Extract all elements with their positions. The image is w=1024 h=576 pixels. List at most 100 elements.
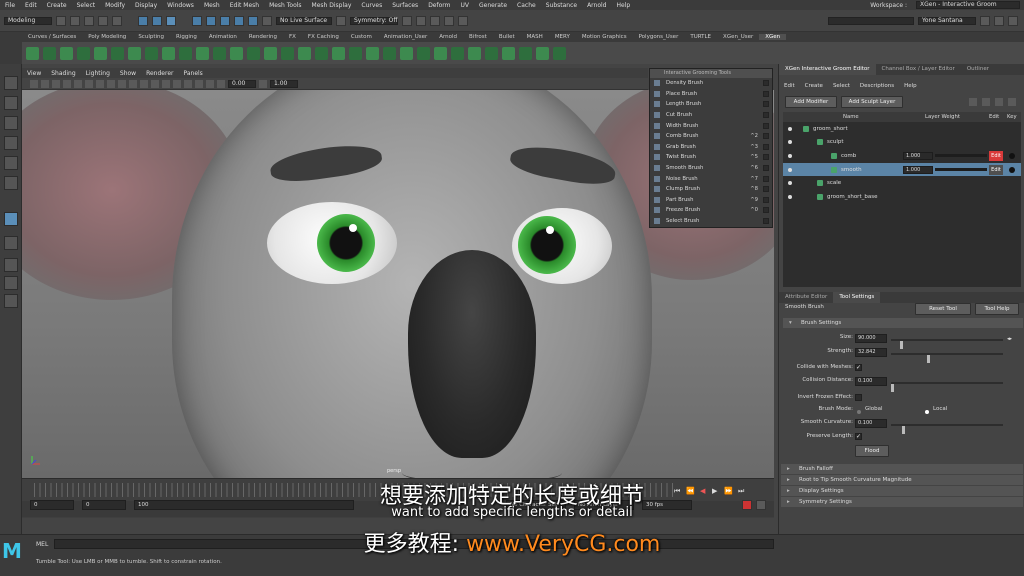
bookmark-icon[interactable]: [52, 79, 60, 88]
visibility-icon[interactable]: [788, 126, 792, 131]
layer-edit-button[interactable]: Edit: [989, 150, 1003, 161]
safe-action-icon[interactable]: [129, 79, 137, 88]
collision-slider[interactable]: [891, 382, 1003, 392]
add-sculpt-layer-button[interactable]: Add Sculpt Layer: [841, 96, 903, 108]
resolution-gate-icon[interactable]: [96, 79, 104, 88]
size-slider[interactable]: [891, 339, 1003, 349]
tab-xgen-interactive-groom-editor[interactable]: XGen Interactive Groom Editor: [779, 64, 876, 75]
xgen-brush-icon[interactable]: [332, 46, 345, 60]
brush-item-twist-brush[interactable]: Twist Brush ^5: [650, 152, 772, 163]
visibility-icon[interactable]: [788, 194, 792, 199]
curvature-field[interactable]: 0.100: [855, 419, 887, 428]
xgen-brush-icon[interactable]: [366, 46, 379, 60]
xgen-brush-icon[interactable]: [111, 46, 124, 60]
visibility-icon[interactable]: [788, 167, 792, 172]
shelf-tab-arnold[interactable]: Arnold: [433, 34, 463, 40]
brush-item-density-brush[interactable]: Density Brush: [650, 78, 772, 89]
viewport-menu-panels[interactable]: Panels: [178, 70, 207, 77]
shelf-tab-fx-caching[interactable]: FX Caching: [302, 34, 345, 40]
xgen-brush-icon[interactable]: [417, 46, 430, 60]
table-row[interactable]: comb 1.000 Edit: [783, 149, 1021, 163]
menu-select[interactable]: Select: [72, 2, 101, 9]
rotate-tool-icon[interactable]: [4, 156, 18, 170]
xgen-brush-icon[interactable]: [128, 46, 141, 60]
render-settings-icon[interactable]: [444, 15, 454, 26]
move-tool-icon[interactable]: [4, 136, 18, 150]
brush-item-cut-brush[interactable]: Cut Brush: [650, 110, 772, 121]
viewport-menu-renderer[interactable]: Renderer: [141, 70, 178, 77]
menu-generate[interactable]: Generate: [474, 2, 512, 9]
tab-channel-box-layer-editor[interactable]: Channel Box / Layer Editor: [876, 64, 961, 75]
xgen-groom-icon[interactable]: [60, 46, 73, 60]
brush-option-checkbox[interactable]: [763, 122, 769, 129]
select-hierarchy-icon[interactable]: [138, 15, 148, 26]
settings-icon[interactable]: [1008, 98, 1016, 106]
xgen-brush-icon[interactable]: [247, 46, 260, 60]
collision-field[interactable]: 0.100: [855, 377, 887, 386]
redo-icon[interactable]: [112, 15, 122, 26]
collide-checkbox[interactable]: ✓: [855, 364, 862, 371]
xgen-brush-icon[interactable]: [502, 46, 515, 60]
shelf-tab-fx[interactable]: FX: [283, 34, 302, 40]
layout-single-icon[interactable]: [4, 236, 18, 250]
strength-slider[interactable]: [891, 353, 1003, 363]
xgen-brush-icon[interactable]: [264, 46, 277, 60]
brush-option-checkbox[interactable]: [763, 186, 769, 193]
brush-option-checkbox[interactable]: [763, 112, 769, 119]
collision-slider-handle[interactable]: [891, 384, 894, 392]
xgen-description-icon[interactable]: [43, 46, 56, 60]
add-modifier-button[interactable]: Add Modifier: [785, 96, 837, 108]
live-surface-field[interactable]: No Live Surface: [276, 16, 332, 25]
image-plane-icon[interactable]: [63, 79, 71, 88]
mode-global-radio[interactable]: [857, 410, 861, 414]
visibility-icon[interactable]: [788, 140, 792, 145]
brush-item-noise-brush[interactable]: Noise Brush ^7: [650, 173, 772, 184]
xgen-brush-icon[interactable]: [179, 46, 192, 60]
menu-cache[interactable]: Cache: [512, 2, 541, 9]
brush-item-part-brush[interactable]: Part Brush ^9: [650, 195, 772, 206]
brush-option-checkbox[interactable]: [763, 218, 769, 225]
menu-uv[interactable]: UV: [456, 2, 475, 9]
layout-four-icon[interactable]: [4, 258, 18, 272]
grid-icon[interactable]: [74, 79, 82, 88]
shelf-tab-bullet[interactable]: Bullet: [493, 34, 521, 40]
reset-tool-button[interactable]: Reset Tool: [915, 303, 971, 315]
menu-mesh-tools[interactable]: Mesh Tools: [264, 2, 306, 9]
camera-icon[interactable]: [30, 79, 38, 88]
textured-icon[interactable]: [162, 79, 170, 88]
expand-arrow-icon[interactable]: ◂▸: [1007, 336, 1012, 342]
render-icon[interactable]: [336, 15, 346, 26]
tool-help-button[interactable]: Tool Help: [975, 303, 1019, 315]
xgen-brush-icon[interactable]: [196, 46, 209, 60]
strength-slider-handle[interactable]: [927, 355, 930, 363]
editor-menu-descriptions[interactable]: Descriptions: [855, 83, 899, 89]
copy-icon[interactable]: [969, 98, 977, 106]
layer-key-icon[interactable]: [1009, 152, 1015, 159]
tab-outliner[interactable]: Outliner: [961, 64, 995, 75]
xgen-brush-icon[interactable]: [281, 46, 294, 60]
menu-substance[interactable]: Substance: [541, 2, 582, 9]
symmetry-field[interactable]: Symmetry: Off: [350, 16, 398, 25]
isolate-icon[interactable]: [217, 79, 225, 88]
brush-option-checkbox[interactable]: [763, 80, 769, 87]
camera-attr-icon[interactable]: [41, 79, 49, 88]
flood-button[interactable]: Flood: [855, 445, 889, 457]
xgen-brush-icon[interactable]: [213, 46, 226, 60]
brush-item-place-brush[interactable]: Place Brush: [650, 89, 772, 100]
field-chart-icon[interactable]: [118, 79, 126, 88]
brush-settings-section[interactable]: Brush Settings: [783, 318, 1023, 328]
xray-icon[interactable]: [206, 79, 214, 88]
menu-file[interactable]: File: [0, 2, 20, 9]
render-view-icon[interactable]: [402, 15, 412, 26]
brush-option-checkbox[interactable]: [763, 90, 769, 97]
panel-toggle-icon[interactable]: [1008, 15, 1018, 26]
exposure-field[interactable]: 0.00: [228, 79, 256, 88]
tab-attribute-editor[interactable]: Attribute Editor: [779, 292, 833, 303]
shelf-tab-turtle[interactable]: TURTLE: [684, 34, 717, 40]
mode-selector[interactable]: Modeling: [4, 16, 52, 25]
brush-option-checkbox[interactable]: [763, 154, 769, 161]
user-account-field[interactable]: Yone Santana: [918, 16, 976, 25]
table-row[interactable]: sculpt: [783, 136, 1021, 150]
scale-tool-icon[interactable]: [4, 176, 18, 190]
visibility-icon[interactable]: [788, 181, 792, 186]
